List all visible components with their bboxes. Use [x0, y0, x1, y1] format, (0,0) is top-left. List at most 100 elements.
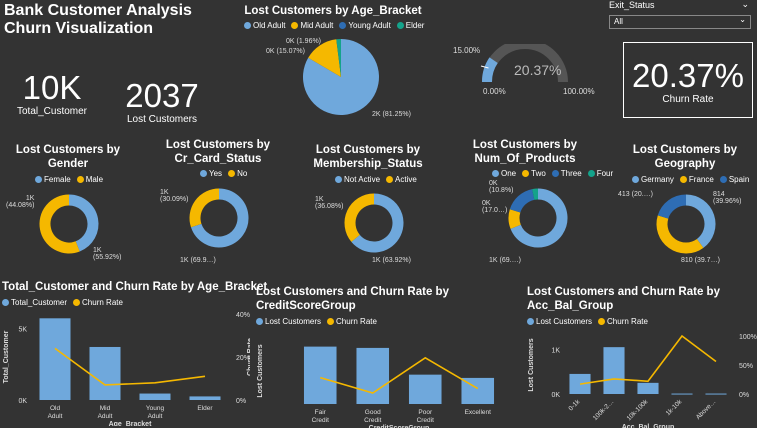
bar[interactable]	[637, 382, 659, 394]
churn-rate-line[interactable]	[54, 347, 206, 386]
donut-segment[interactable]	[685, 194, 716, 248]
legend-label: Two	[531, 169, 546, 178]
gauge-value: 20.37%	[514, 62, 562, 78]
legend-dot	[527, 318, 534, 325]
legend-active[interactable]: Active	[386, 175, 417, 184]
x-tick-line: Old	[50, 405, 61, 412]
legend-old-adult[interactable]: Old Adult	[244, 21, 285, 30]
bar[interactable]	[356, 347, 390, 404]
exit-status-dropdown[interactable]: All ⌄	[609, 15, 751, 29]
bar[interactable]	[139, 393, 171, 400]
legend-churn-rate[interactable]: Churn Rate	[327, 317, 377, 326]
card-donut-title: Lost Customers by Cr_Card_Status	[165, 139, 271, 165]
bar[interactable]	[189, 396, 221, 400]
legend-label: France	[688, 175, 714, 184]
churn-rate-line[interactable]	[579, 334, 717, 385]
y2-tick-label: 40%	[236, 312, 250, 319]
legend-mid-adult[interactable]: Mid Adult	[291, 21, 333, 30]
products-donut-chart[interactable]	[507, 187, 569, 249]
donut-segment[interactable]	[656, 215, 704, 254]
geography-label-germany: 814 (39.96%)	[713, 191, 742, 205]
bar[interactable]	[671, 393, 693, 395]
gender-legend: Female Male	[35, 175, 103, 184]
legend-churn-rate[interactable]: Churn Rate	[598, 317, 648, 326]
legend-label: Four	[596, 169, 614, 178]
credit-combo-title: Lost Customers and Churn Rate by CreditS…	[256, 286, 449, 312]
donut-segment[interactable]	[189, 188, 220, 228]
x-tick-line: Adult	[98, 413, 113, 420]
donut-segment[interactable]	[68, 194, 99, 252]
membership-label-active: 1K (36.08%)	[315, 196, 344, 210]
products-donut-title: Lost Customers by Num_Of_Products	[472, 139, 578, 165]
y-axis-title: Total_Customer	[3, 330, 10, 383]
x-tick-label: Fair Credit	[312, 409, 330, 424]
lost-customers-value: 2037	[125, 77, 199, 114]
legend-male[interactable]: Male	[76, 175, 103, 184]
exit-status-filter-header[interactable]: Exit_Status ⌄	[609, 0, 751, 14]
card-legend: Yes No	[200, 169, 247, 178]
legend-one[interactable]: One	[492, 169, 516, 178]
legend-yes[interactable]: Yes	[200, 169, 222, 178]
y-tick-label: 5K	[18, 326, 27, 333]
filter-selected-value: All	[614, 17, 623, 26]
churn-rate-label: Churn Rate	[662, 94, 714, 105]
legend-dot	[339, 22, 347, 29]
legend-no[interactable]: No	[228, 169, 247, 178]
x-tick-line: Fair	[315, 409, 327, 416]
chevron-down-icon[interactable]: ⌄	[739, 15, 746, 24]
legend-france[interactable]: France	[679, 175, 714, 184]
bar[interactable]	[303, 346, 337, 404]
legend-four[interactable]: Four	[587, 169, 614, 178]
legend-dot	[73, 299, 81, 306]
gauge-min-label: 0.00%	[483, 87, 506, 96]
membership-donut-chart[interactable]	[343, 192, 405, 254]
legend-elder[interactable]: Elder	[396, 21, 424, 30]
x-tick-line: Adult	[48, 413, 63, 420]
bar[interactable]	[603, 347, 625, 394]
legend-germany[interactable]: Germany	[632, 175, 674, 184]
gender-donut-chart[interactable]	[38, 193, 100, 255]
donut-segment[interactable]	[509, 189, 535, 213]
balance-combo-chart[interactable]: 1K 0K 100% 50% 0% 0-1k 100k-2… 10k-100k 1k-10k Ab…	[525, 326, 757, 428]
y-tick-label: 0K	[551, 392, 560, 399]
gender-label-female: 1K (55.92%)	[93, 247, 122, 261]
x-tick-line: Credit	[312, 417, 330, 424]
chevron-down-icon[interactable]: ⌄	[741, 0, 749, 10]
legend-two[interactable]: Two	[522, 169, 546, 178]
age-pie-label-elder: 0K (1.96%)	[286, 38, 322, 45]
donut-segment[interactable]	[39, 194, 80, 254]
x-tick-label: 0-1k	[568, 398, 582, 412]
card-donut-chart[interactable]	[188, 187, 250, 249]
x-tick-label: Poor Credit	[417, 409, 435, 424]
geography-donut-chart[interactable]	[655, 193, 717, 255]
products-legend: One Two Three Four	[492, 169, 613, 178]
donut-segment[interactable]	[508, 209, 521, 229]
churn-rate-line[interactable]	[320, 356, 479, 394]
bar[interactable]	[39, 318, 71, 400]
age-pie-chart[interactable]	[300, 34, 382, 118]
legend-label: Spain	[728, 175, 750, 184]
bar[interactable]	[705, 393, 727, 395]
x-axis-title: Acc_Bal_Group	[622, 424, 675, 428]
legend-three[interactable]: Three	[551, 169, 582, 178]
x-tick-label: Above…	[695, 398, 718, 421]
bar[interactable]	[89, 346, 121, 400]
legend-label: Lost Customers	[536, 317, 593, 326]
bar[interactable]	[408, 374, 442, 404]
legend-label: Old Adult	[253, 21, 286, 30]
x-tick-line: Good	[365, 409, 381, 416]
legend-lost-customers[interactable]: Lost Customers	[527, 317, 592, 326]
legend-spain[interactable]: Spain	[719, 175, 750, 184]
donut-segment[interactable]	[344, 193, 375, 242]
legend-female[interactable]: Female	[35, 175, 71, 184]
credit-combo-chart[interactable]: 24%22%20%18%FairCreditGoodCreditPoorCred…	[254, 326, 504, 428]
legend-dot	[598, 318, 606, 325]
legend-not-active[interactable]: Not Active	[335, 175, 380, 184]
donut-segment[interactable]	[657, 194, 687, 219]
age-combo-chart[interactable]: 5K0K40%20%0%Old AdultMid AdultYoung AdultEl…	[0, 306, 250, 426]
legend-dot	[587, 170, 595, 177]
age-pie-legend: Old Adult Mid Adult Young Adult Elder	[244, 21, 424, 30]
legend-dot	[396, 22, 404, 29]
legend-young-adult[interactable]: Young Adult	[339, 21, 391, 30]
legend-lost-customers[interactable]: Lost Customers	[256, 317, 321, 326]
